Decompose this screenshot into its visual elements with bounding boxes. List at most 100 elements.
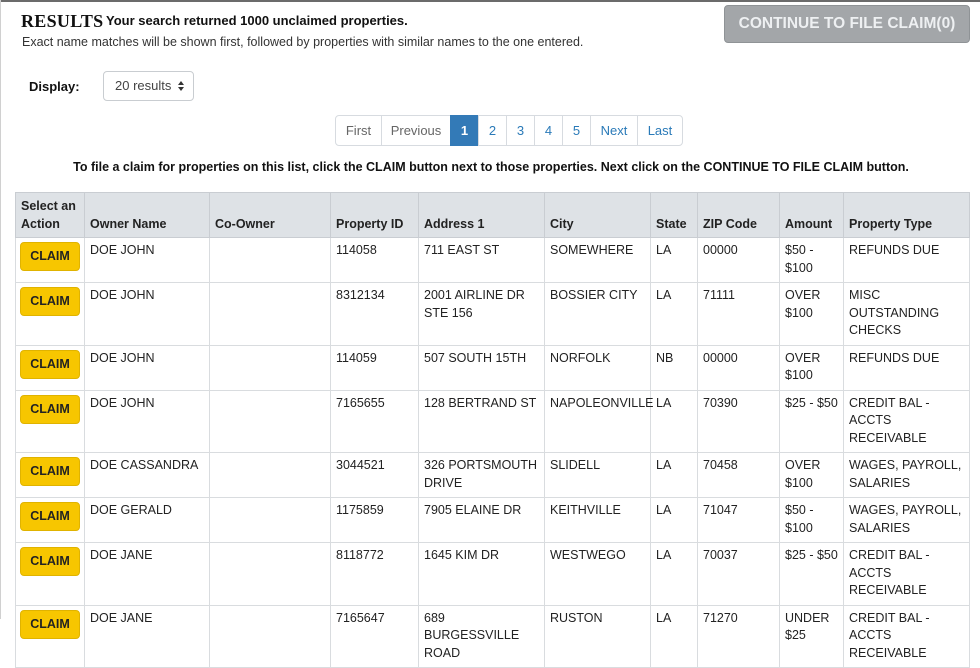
pagination-first[interactable]: First	[335, 115, 382, 146]
co-owner-cell	[209, 604, 331, 668]
pagination-page-4[interactable]: 4	[534, 115, 563, 146]
co-owner-cell	[209, 344, 331, 391]
state-cell: LA	[650, 389, 698, 453]
table-row: CLAIM DOE JOHN 7165655 128 BERTRAND ST N…	[15, 389, 970, 453]
amount-cell: OVER $100	[779, 344, 844, 391]
owner-name-cell: DOE JOHN	[84, 237, 210, 283]
claim-button[interactable]: CLAIM	[20, 609, 80, 639]
property-type-cell: CREDIT BAL - ACCTS RECEIVABLE	[843, 389, 970, 453]
state-cell: LA	[650, 542, 698, 606]
col-header-amount: Amount	[779, 192, 844, 238]
address-cell: 2001 AIRLINE DR STE 156	[418, 282, 545, 346]
pagination-next[interactable]: Next	[590, 115, 638, 146]
col-header-action: Select an Action	[15, 192, 85, 238]
owner-name-cell: DOE JANE	[84, 542, 210, 606]
city-cell: SOMEWHERE	[544, 237, 651, 283]
col-header-address: Address 1	[418, 192, 545, 238]
display-label: Display:	[29, 79, 80, 94]
claim-button[interactable]: CLAIM	[20, 394, 80, 424]
zip-cell: 71270	[697, 604, 780, 668]
city-cell: NORFOLK	[544, 344, 651, 391]
city-cell: SLIDELL	[544, 452, 651, 498]
zip-cell: 70037	[697, 542, 780, 606]
state-cell: LA	[650, 282, 698, 346]
claim-button[interactable]: CLAIM	[20, 287, 80, 316]
amount-cell: OVER $100	[779, 282, 844, 346]
pagination-page-1[interactable]: 1	[450, 115, 479, 146]
city-cell: WESTWEGO	[544, 542, 651, 606]
table-header-row: Select an Action Owner Name Co-Owner Pro…	[15, 192, 970, 238]
zip-cell: 71047	[697, 497, 780, 543]
amount-cell: $25 - $50	[779, 389, 844, 453]
amount-cell: $25 - $50	[779, 542, 844, 606]
property-id-cell: 3044521	[330, 452, 419, 498]
state-cell: LA	[650, 497, 698, 543]
address-cell: 7905 ELAINE DR	[418, 497, 545, 543]
property-type-cell: REFUNDS DUE	[843, 237, 970, 283]
owner-name-cell: DOE JANE	[84, 604, 210, 668]
table-row: CLAIM DOE JOHN 114059 507 SOUTH 15TH NOR…	[15, 344, 970, 391]
city-cell: BOSSIER CITY	[544, 282, 651, 346]
amount-cell: $50 - $100	[779, 237, 844, 283]
address-cell: 128 BERTRAND ST	[418, 389, 545, 453]
col-header-co-owner: Co-Owner	[209, 192, 331, 238]
owner-name-cell: DOE GERALD	[84, 497, 210, 543]
table-row: CLAIM DOE JANE 7165647 689 BURGESSVILLE …	[15, 604, 970, 668]
owner-name-cell: DOE JOHN	[84, 389, 210, 453]
results-title: RESULTS	[21, 11, 104, 31]
table-row: CLAIM DOE JOHN 8312134 2001 AIRLINE DR S…	[15, 282, 970, 346]
property-type-cell: REFUNDS DUE	[843, 344, 970, 391]
col-header-state: State	[650, 192, 698, 238]
property-type-cell: WAGES, PAYROLL, SALARIES	[843, 497, 970, 543]
zip-cell: 70390	[697, 389, 780, 453]
col-header-owner: Owner Name	[84, 192, 210, 238]
pagination-page-5[interactable]: 5	[562, 115, 591, 146]
property-id-cell: 7165647	[330, 604, 419, 668]
claim-button[interactable]: CLAIM	[20, 242, 80, 271]
co-owner-cell	[209, 542, 331, 606]
zip-cell: 71111	[697, 282, 780, 346]
zip-cell: 00000	[697, 237, 780, 283]
results-count: Your search returned 1000 unclaimed prop…	[106, 13, 408, 28]
property-type-cell: WAGES, PAYROLL, SALARIES	[843, 452, 970, 498]
property-type-cell: MISC OUTSTANDING CHECKS	[843, 282, 970, 346]
property-id-cell: 114059	[330, 344, 419, 391]
claim-button[interactable]: CLAIM	[20, 547, 80, 576]
claim-button[interactable]: CLAIM	[20, 349, 80, 379]
property-type-cell: CREDIT BAL - ACCTS RECEIVABLE	[843, 604, 970, 668]
table-row: CLAIM DOE JANE 8118772 1645 KIM DR WESTW…	[15, 542, 970, 606]
address-cell: 689 BURGESSVILLE ROAD	[418, 604, 545, 668]
state-cell: LA	[650, 452, 698, 498]
claim-instruction: To file a claim for properties on this l…	[73, 160, 909, 174]
table-row: CLAIM DOE JOHN 114058 711 EAST ST SOMEWH…	[15, 237, 970, 283]
co-owner-cell	[209, 282, 331, 346]
table-row: CLAIM DOE CASSANDRA 3044521 326 PORTSMOU…	[15, 452, 970, 498]
state-cell: LA	[650, 604, 698, 668]
address-cell: 1645 KIM DR	[418, 542, 545, 606]
claim-button[interactable]: CLAIM	[20, 457, 80, 486]
pagination-previous[interactable]: Previous	[381, 115, 451, 146]
property-id-cell: 114058	[330, 237, 419, 283]
continue-to-file-claim-button[interactable]: CONTINUE TO FILE CLAIM(0)	[724, 5, 970, 43]
col-header-property-type: Property Type	[843, 192, 970, 238]
zip-cell: 70458	[697, 452, 780, 498]
results-subtitle: Exact name matches will be shown first, …	[22, 35, 584, 49]
pagination-last[interactable]: Last	[637, 115, 683, 146]
table-row: CLAIM DOE GERALD 1175859 7905 ELAINE DR …	[15, 497, 970, 543]
col-header-zip: ZIP Code	[697, 192, 780, 238]
zip-cell: 00000	[697, 344, 780, 391]
col-header-property-id: Property ID	[330, 192, 419, 238]
property-type-cell: CREDIT BAL - ACCTS RECEIVABLE	[843, 542, 970, 606]
results-per-page-select[interactable]: 20 results	[103, 71, 194, 101]
pagination-page-2[interactable]: 2	[478, 115, 507, 146]
col-header-city: City	[544, 192, 651, 238]
amount-cell: OVER $100	[779, 452, 844, 498]
owner-name-cell: DOE JOHN	[84, 282, 210, 346]
co-owner-cell	[209, 237, 331, 283]
address-cell: 507 SOUTH 15TH	[418, 344, 545, 391]
city-cell: RUSTON	[544, 604, 651, 668]
address-cell: 711 EAST ST	[418, 237, 545, 283]
results-table: Select an Action Owner Name Co-Owner Pro…	[15, 192, 970, 668]
pagination-page-3[interactable]: 3	[506, 115, 535, 146]
claim-button[interactable]: CLAIM	[20, 502, 80, 531]
